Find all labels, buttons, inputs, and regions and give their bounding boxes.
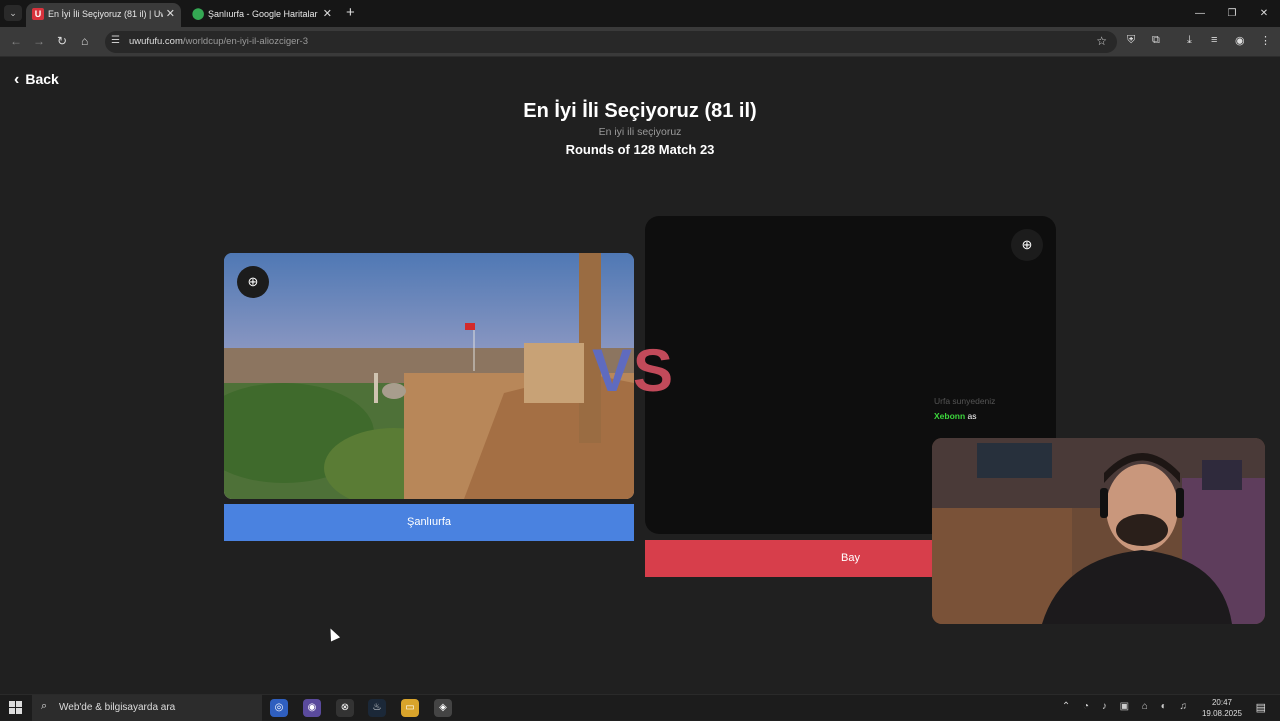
bookmark-star-icon[interactable]: ☆: [1096, 34, 1107, 48]
search-icon: ⌕: [41, 700, 48, 712]
taskbar: ⌕ Web'de & bilgisayarda ara ◎ ◉ ⊗ ♨ ▭ ◈ …: [0, 694, 1280, 721]
chevron-left-icon: ‹: [14, 71, 20, 88]
discord-taskbar-icon[interactable]: ◉: [303, 699, 321, 717]
forward-arrow-icon[interactable]: →: [33, 34, 45, 48]
sanliurfa-photo: [224, 253, 634, 499]
chat-username: Xebonn: [934, 411, 966, 421]
tab-search-button[interactable]: ⌄: [4, 5, 22, 21]
profile-avatar-icon[interactable]: ◉: [1235, 34, 1245, 47]
window-controls: — ❐ ✕: [1184, 0, 1280, 27]
reload-icon[interactable]: ↻: [57, 34, 67, 48]
obs-taskbar-icon[interactable]: ⊗: [336, 699, 354, 717]
minimize-button[interactable]: —: [1184, 0, 1216, 27]
page-title: En İyi İli Seçiyoruz (81 il): [523, 100, 757, 122]
system-tray-icons[interactable]: ⌃ ◔ ♪ ▣ ⌂ ◐ ♫: [1062, 701, 1192, 712]
tab-google-maps[interactable]: ⬤ Şanlıurfa - Google Haritalar ✕: [186, 3, 338, 27]
menu-kebab-icon[interactable]: ⋮: [1260, 34, 1271, 47]
back-button[interactable]: ‹ Back: [14, 71, 59, 89]
chrome-taskbar-icon[interactable]: ◎: [270, 699, 288, 717]
choose-left-button[interactable]: Şanlıurfa: [224, 504, 634, 541]
chat-message: Urfa sunyedeniz: [934, 396, 996, 406]
windows-start-icon[interactable]: [9, 701, 23, 715]
close-tab-icon[interactable]: ✕: [166, 3, 175, 25]
webcam-overlay: [932, 438, 1265, 624]
search-placeholder: Web'de & bilgisayarda ara: [59, 702, 176, 713]
restore-button[interactable]: ❐: [1216, 0, 1248, 27]
tab-uwufufu[interactable]: U En İyi İli Seçiyoruz (81 il) | UwU ✕: [26, 3, 181, 27]
shield-extension-icon[interactable]: ⛨: [1127, 34, 1135, 47]
zoom-in-icon[interactable]: ⊕: [237, 266, 269, 298]
page-content: ‹ Back En İyi İli Seçiyoruz (81 il) En iy…: [0, 58, 1280, 694]
page-subtitle: En iyi ili seçiyoruz: [598, 126, 682, 138]
maps-pin-icon: ⬤: [192, 8, 205, 20]
home-icon[interactable]: ⌂: [81, 34, 88, 48]
download-icon[interactable]: ⤓: [1187, 34, 1192, 47]
back-arrow-icon[interactable]: ←: [10, 34, 22, 48]
file-explorer-taskbar-icon[interactable]: ▭: [401, 699, 419, 717]
tab-title: En İyi İli Seçiyoruz (81 il) | UwU: [48, 9, 163, 19]
left-choice-image[interactable]: ⊕: [224, 253, 634, 499]
media-control-icon[interactable]: ≡: [1211, 34, 1217, 46]
chat-text: as: [967, 411, 977, 421]
close-tab-icon[interactable]: ✕: [323, 3, 332, 25]
round-info: Rounds of 128 Match 23: [565, 142, 715, 157]
app-taskbar-icon[interactable]: ◈: [434, 699, 452, 717]
address-bar[interactable]: ☰ uwufufu.com/worldcup/en-iyi-il-aliozci…: [105, 31, 1117, 53]
tab-title: Şanlıurfa - Google Haritalar: [208, 9, 318, 19]
tab-strip: ⌄ U En İyi İli Seçiyoruz (81 il) | UwU ✕…: [0, 0, 1280, 27]
taskbar-clock[interactable]: 20:47 19.08.2025: [1202, 697, 1242, 719]
browser-toolbar: ← → ↻ ⌂ ☰ uwufufu.com/worldcup/en-iyi-il…: [0, 27, 1280, 57]
webcam-feed: [932, 438, 1265, 624]
steam-taskbar-icon[interactable]: ♨: [368, 699, 386, 717]
chat-overlay: Urfa sunyedeniz Xebonn as: [934, 396, 995, 421]
notifications-icon[interactable]: ▤: [1256, 701, 1266, 714]
taskbar-search[interactable]: ⌕ Web'de & bilgisayarda ara: [32, 695, 262, 721]
chat-message: Xebonn as: [934, 411, 995, 421]
zoom-in-icon[interactable]: ⊕: [1011, 229, 1043, 261]
close-window-button[interactable]: ✕: [1248, 0, 1280, 27]
site-info-icon[interactable]: ☰: [111, 35, 120, 46]
extensions-puzzle-icon[interactable]: ⧉: [1152, 34, 1160, 47]
new-tab-button[interactable]: +: [346, 4, 355, 21]
url-text: uwufufu.com/worldcup/en-iyi-il-aliozcige…: [129, 36, 308, 47]
vs-label: VS: [592, 337, 675, 404]
uwufufu-favicon-icon: U: [32, 8, 44, 20]
